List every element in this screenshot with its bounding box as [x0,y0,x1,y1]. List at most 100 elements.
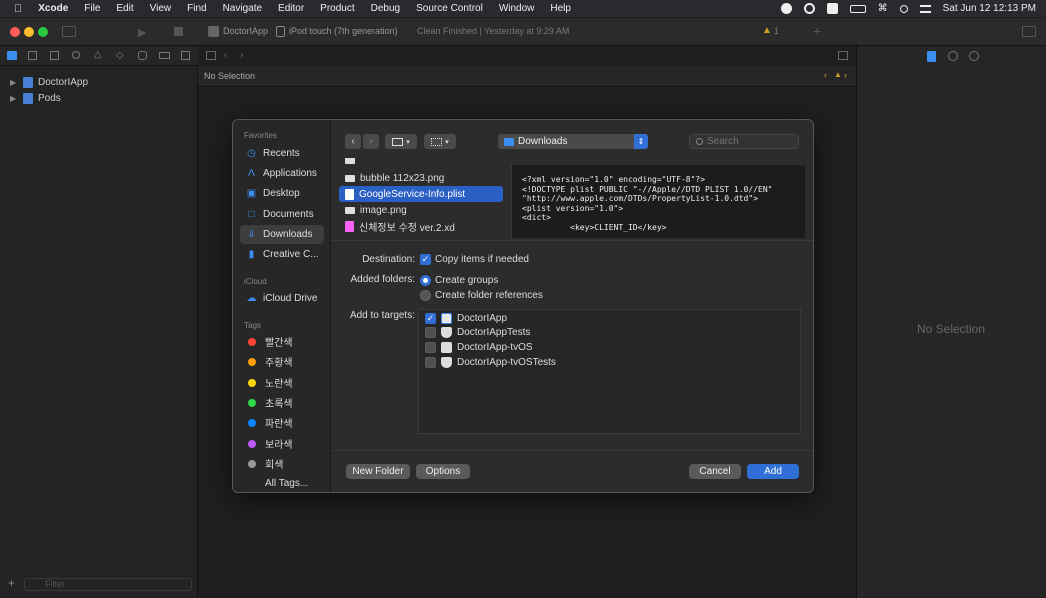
menu-file[interactable]: File [76,3,108,14]
create-folder-references-label[interactable]: Create folder references [435,290,543,301]
menu-view[interactable]: View [142,3,180,14]
search-input[interactable] [707,136,787,147]
keyboard-icon[interactable] [826,3,838,14]
minimize-window-button[interactable] [24,27,34,37]
menu-clock[interactable]: Sat Jun 12 12:13 PM [943,3,1036,14]
target-row[interactable]: DoctorIApp-tvOS [425,340,533,354]
cancel-button[interactable]: Cancel [689,464,741,479]
add-button[interactable]: Add [747,464,799,479]
issue-next-icon[interactable]: › [844,70,847,80]
editor-options-icon[interactable] [838,51,848,60]
target-checkbox[interactable] [425,341,436,353]
breakpoint-navigator-icon[interactable] [159,52,170,59]
create-folder-references-radio[interactable] [420,290,431,301]
sidebar-item-desktop[interactable]: ▣ Desktop [240,184,324,203]
issue-navigator-icon[interactable]: △ [94,49,102,60]
tree-item-project[interactable]: ▶ DoctorIApp [10,74,88,90]
menu-edit[interactable]: Edit [108,3,141,14]
find-navigator-icon[interactable] [72,51,80,59]
menu-debug[interactable]: Debug [363,3,408,14]
location-popup[interactable]: Downloads ⇕ [498,134,648,149]
disclosure-icon[interactable]: ▶ [10,94,18,103]
menu-editor[interactable]: Editor [270,3,312,14]
inspector-toggle-icon[interactable] [1022,26,1036,37]
symbol-navigator-icon[interactable] [50,51,59,60]
file-item[interactable]: bubble 112x23.png [339,170,503,186]
sidebar-tag-gray[interactable]: 회색 [240,454,324,473]
sidebar-tag-orange[interactable]: 주황색 [240,352,324,371]
file-item-partial[interactable] [339,158,503,168]
navigator-filter[interactable]: Filter [24,578,192,591]
navigator-toggle-icon[interactable] [62,26,76,37]
target-row[interactable]: ✓ DoctorIApp [425,311,507,325]
forward-button[interactable]: › [363,134,379,149]
project-navigator-icon[interactable] [7,51,17,60]
target-row[interactable]: DoctorIApp-tvOSTests [425,355,556,369]
copy-items-label[interactable]: Copy items if needed [435,254,529,265]
menu-window[interactable]: Window [491,3,543,14]
sidebar-tag-purple[interactable]: 보라색 [240,434,324,453]
create-groups-radio[interactable] [420,275,431,286]
source-control-navigator-icon[interactable] [28,51,37,60]
test-navigator-icon[interactable]: ◇ [116,50,124,61]
search-icon[interactable] [899,4,908,13]
scheme-selector[interactable]: DoctorIApp [223,26,268,36]
stop-button-icon[interactable] [174,27,183,36]
new-folder-button[interactable]: New Folder [346,464,410,479]
sidebar-item-recents[interactable]: ◷ Recents [240,144,324,163]
target-checkbox[interactable] [425,356,436,368]
battery-icon[interactable] [849,4,866,13]
warning-icon[interactable]: ▲ [762,25,772,36]
related-items-icon[interactable] [206,51,216,60]
menu-app-name[interactable]: Xcode [30,3,76,14]
back-button[interactable]: ‹ [345,134,361,149]
menu-product[interactable]: Product [312,3,362,14]
disclosure-icon[interactable]: ▶ [10,78,18,87]
sidebar-tag-yellow[interactable]: 노란색 [240,373,324,392]
apple-menu-icon[interactable]:  [0,3,30,15]
back-icon[interactable]: ‹ [224,50,227,61]
sidebar-item-creative-cloud[interactable]: ▮ Creative C... [240,245,324,264]
close-window-button[interactable] [10,27,20,37]
sidebar-item-documents[interactable]: □ Documents [240,205,324,224]
menu-help[interactable]: Help [542,3,579,14]
menu-find[interactable]: Find [179,3,214,14]
sidebar-tag-red[interactable]: 빨간색 [240,332,324,351]
copy-items-checkbox[interactable]: ✓ [420,254,431,265]
history-inspector-icon[interactable] [948,51,958,61]
menu-source-control[interactable]: Source Control [408,3,491,14]
target-checkbox[interactable] [425,326,436,338]
sidebar-all-tags[interactable]: All Tags... [240,474,324,492]
view-mode-selector[interactable]: ▾ [385,134,417,149]
sidebar-item-applications[interactable]: Λ Applications [240,164,324,183]
tree-item-pods[interactable]: ▶ Pods [10,90,61,106]
device-selector[interactable]: iPod touch (7th generation) [289,26,398,36]
target-checkbox[interactable]: ✓ [425,312,436,324]
forward-icon[interactable]: › [240,50,243,61]
record-icon[interactable] [780,3,792,14]
create-groups-label[interactable]: Create groups [435,275,498,286]
sidebar-item-downloads[interactable]: ⇓ Downloads [240,225,324,244]
issue-prev-icon[interactable]: ‹ [824,70,827,80]
library-add-icon[interactable]: + [813,23,821,39]
debug-navigator-icon[interactable] [138,51,147,60]
sidebar-tag-blue[interactable]: 파란색 [240,413,324,432]
wifi-icon[interactable]: ⌘ [878,3,888,14]
sidebar-item-icloud-drive[interactable]: ☁ iCloud Drive [240,289,324,308]
target-row[interactable]: DoctorIAppTests [425,325,530,339]
run-button-icon[interactable]: ▶ [138,26,146,39]
sidebar-tag-green[interactable]: 초록색 [240,393,324,412]
search-field[interactable] [689,134,799,149]
add-file-icon[interactable]: + [8,576,15,590]
file-inspector-icon[interactable] [927,51,936,62]
options-button[interactable]: Options [416,464,470,479]
menu-navigate[interactable]: Navigate [215,3,270,14]
group-by-selector[interactable]: ▾ [424,134,456,149]
control-center-icon[interactable] [919,4,931,13]
zoom-window-button[interactable] [38,27,48,37]
creative-cloud-icon[interactable] [803,3,815,14]
file-item-selected[interactable]: GoogleService-Info.plist [339,186,503,202]
help-inspector-icon[interactable] [969,51,979,61]
file-item[interactable]: image.png [339,202,503,218]
jump-bar-text[interactable]: No Selection [204,71,255,81]
